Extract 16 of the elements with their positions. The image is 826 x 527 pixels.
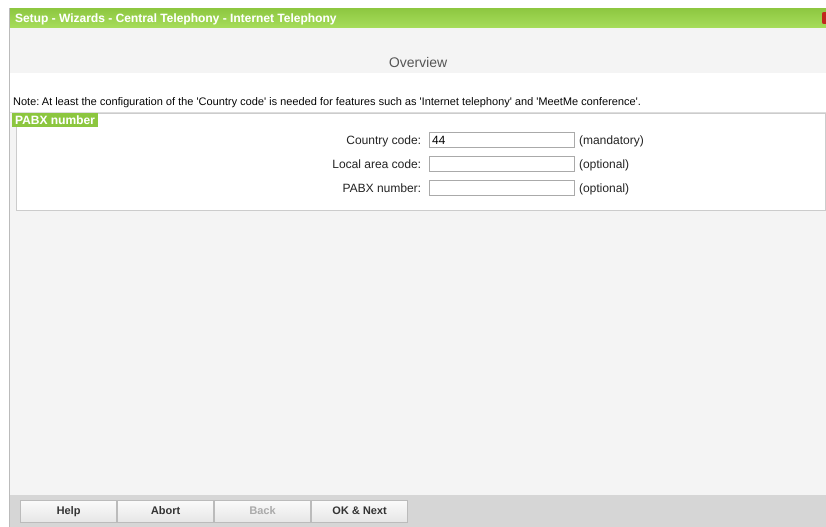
wizard-button[interactable]: Abort [117, 500, 214, 522]
wizard-button[interactable]: Help [20, 500, 117, 522]
section-title: PABX number [12, 113, 98, 127]
input-field[interactable] [429, 156, 575, 172]
field-hint: (optional) [578, 180, 630, 197]
page-heading: Overview [388, 53, 448, 72]
field-label: Country code: [345, 132, 422, 149]
field-label: Local area code: [331, 156, 422, 173]
field-hint: (optional) [578, 156, 630, 173]
input-field[interactable] [429, 180, 575, 196]
note-text: Note: At least the configuration of the 'Country code' is needed for features such as 'Internet telephony' and 'MeetMe conference'. [12, 94, 641, 110]
window-title: Setup - Wizards - Central Telephony - Internet Telephony [14, 10, 336, 27]
wizard-button[interactable]: OK & Next [311, 500, 408, 522]
field-label: PABX number: [342, 180, 422, 197]
input-field[interactable]: 44 [429, 132, 575, 148]
field-hint: (mandatory) [578, 132, 644, 149]
